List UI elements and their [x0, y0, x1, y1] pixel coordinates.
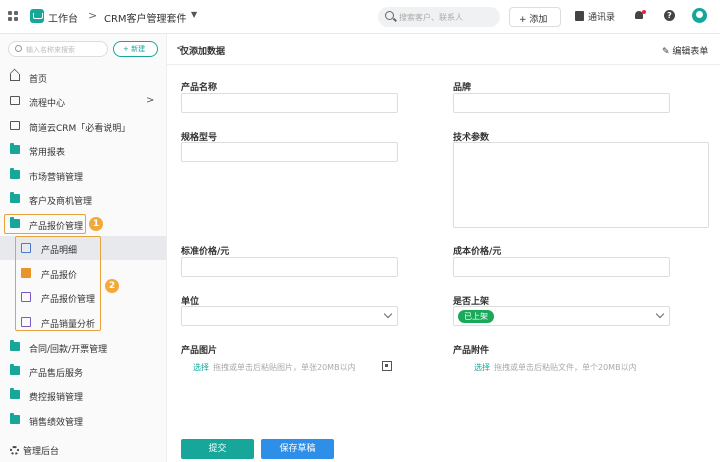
folder-icon: [10, 413, 20, 424]
chevron-down-icon[interactable]: ▼: [191, 10, 197, 19]
highlight-box: [15, 236, 101, 331]
notification-bell-icon[interactable]: [634, 10, 646, 21]
help-icon[interactable]: ?: [664, 10, 675, 21]
global-search-input[interactable]: 搜索客户、联系人: [378, 7, 500, 27]
folder-icon: [10, 340, 20, 351]
sidebar-item-label: 首页: [29, 75, 48, 85]
folder-icon: [10, 192, 20, 203]
label-product-image: 产品图片: [181, 346, 218, 356]
brand-input[interactable]: [453, 93, 670, 113]
image-upload-area[interactable]: 选择 拖拽或单击后粘贴图片，单张20MB以内: [193, 362, 356, 373]
sidebar: 输入名称来搜索 + 新建 首页 流程中心 > 简道云CRM「必看说明」 常用报表…: [0, 34, 167, 462]
contacts-icon: [575, 11, 584, 21]
qr-code-icon[interactable]: [382, 361, 392, 371]
notification-dot: [642, 10, 646, 14]
product-name-input[interactable]: [181, 93, 398, 113]
document-icon: [10, 121, 20, 130]
submit-button[interactable]: 提交: [181, 439, 254, 459]
cost-price-input[interactable]: [453, 257, 670, 277]
file-upload-hint: 拖拽或单击后粘贴文件，单个20MB以内: [494, 363, 637, 372]
on-shelf-tag: 已上架: [458, 310, 494, 323]
standard-price-input[interactable]: [181, 257, 398, 277]
sidebar-item-label: 客户及商机管理: [29, 197, 93, 207]
folder-icon: [10, 168, 20, 179]
home-icon: [10, 74, 20, 81]
chevron-down-icon: [655, 309, 665, 319]
step-badge: 2: [105, 279, 119, 293]
sidebar-item-crm-guide[interactable]: 简道云CRM「必看说明」: [0, 114, 166, 138]
label-product-name: 产品名称: [181, 83, 218, 93]
workspace-title[interactable]: 工作台: [48, 10, 78, 25]
workspace-logo-icon: [30, 9, 44, 23]
sidebar-item-label: 产品售后服务: [29, 369, 84, 379]
sidebar-item-after-sales[interactable]: 产品售后服务: [0, 359, 166, 383]
sidebar-item-performance[interactable]: 销售绩效管理: [0, 408, 166, 432]
folder-icon: [10, 364, 20, 375]
label-standard-price: 标准价格/元: [181, 247, 230, 257]
label-brand: 品牌: [453, 83, 472, 93]
apps-grid-icon[interactable]: [8, 11, 18, 21]
sidebar-search-input[interactable]: 输入名称来搜索: [8, 41, 108, 57]
sidebar-item-reports[interactable]: 常用报表: [0, 138, 166, 162]
sidebar-item-label: 流程中心: [29, 99, 66, 109]
sidebar-search-placeholder: 输入名称来搜索: [26, 46, 75, 54]
on-shelf-select[interactable]: 已上架: [453, 306, 670, 326]
folder-icon: [10, 388, 20, 399]
sidebar-item-label: 简道云CRM「必看说明」: [29, 124, 131, 134]
highlight-box: [4, 214, 86, 234]
sidebar-item-label: 常用报表: [29, 148, 66, 158]
sidebar-item-label: 费控报销管理: [29, 393, 84, 403]
sidebar-item-customers[interactable]: 客户及商机管理: [0, 187, 166, 211]
label-product-attachment: 产品附件: [453, 346, 490, 356]
contacts-button[interactable]: 通讯录: [575, 10, 615, 23]
breadcrumb-separator: >: [88, 9, 98, 22]
file-pick-link[interactable]: 选择: [474, 363, 490, 372]
label-cost-price: 成本价格/元: [453, 247, 502, 257]
avatar[interactable]: [692, 8, 707, 23]
sidebar-item-home[interactable]: 首页: [0, 65, 166, 89]
sidebar-item-marketing[interactable]: 市场营销管理: [0, 163, 166, 187]
new-button[interactable]: + 新建: [113, 41, 158, 57]
global-search-placeholder: 搜索客户、联系人: [399, 13, 463, 22]
file-upload-area[interactable]: 选择 拖拽或单击后粘贴文件，单个20MB以内: [474, 362, 637, 373]
sidebar-item-flow-center[interactable]: 流程中心 >: [0, 89, 166, 113]
tech-params-textarea[interactable]: [453, 142, 709, 228]
divider: [167, 64, 720, 65]
unit-select[interactable]: [181, 306, 398, 326]
chevron-down-icon: [383, 309, 393, 319]
flow-icon: [10, 96, 20, 105]
main-content: < 仅添加数据 ✎ 编辑表单 产品名称 品牌 规格型号 技术参数 标准价格/元 …: [167, 34, 720, 462]
sidebar-item-expenses[interactable]: 费控报销管理: [0, 383, 166, 407]
sidebar-item-label: 合同/回款/开票管理: [29, 345, 108, 355]
folder-icon: [10, 143, 20, 154]
sidebar-item-label: 销售绩效管理: [29, 418, 84, 428]
admin-console-link[interactable]: 管理后台: [10, 444, 59, 457]
edit-form-label: 编辑表单: [672, 47, 709, 57]
sidebar-item-label: 市场营销管理: [29, 173, 84, 183]
admin-console-label: 管理后台: [23, 447, 60, 457]
image-upload-hint: 拖拽或单击后粘贴图片，单张20MB以内: [213, 363, 356, 372]
gear-icon: [10, 446, 19, 455]
sidebar-item-contracts[interactable]: 合同/回款/开票管理: [0, 335, 166, 359]
step-badge: 1: [89, 217, 103, 231]
search-icon: [385, 11, 394, 20]
spec-input[interactable]: [181, 142, 398, 162]
app-title[interactable]: CRM客户管理套件: [104, 10, 187, 25]
add-button[interactable]: + 添加: [509, 7, 561, 27]
search-icon: [15, 45, 22, 52]
top-bar: 工作台 > CRM客户管理套件 ▼ 搜索客户、联系人 + 添加 通讯录 ?: [0, 0, 720, 34]
edit-form-button[interactable]: ✎ 编辑表单: [662, 44, 708, 57]
contacts-label: 通讯录: [588, 13, 616, 23]
page-title: 仅添加数据: [180, 47, 226, 57]
save-draft-button[interactable]: 保存草稿: [261, 439, 334, 459]
image-pick-link[interactable]: 选择: [193, 363, 209, 372]
chevron-right-icon: >: [146, 95, 155, 106]
